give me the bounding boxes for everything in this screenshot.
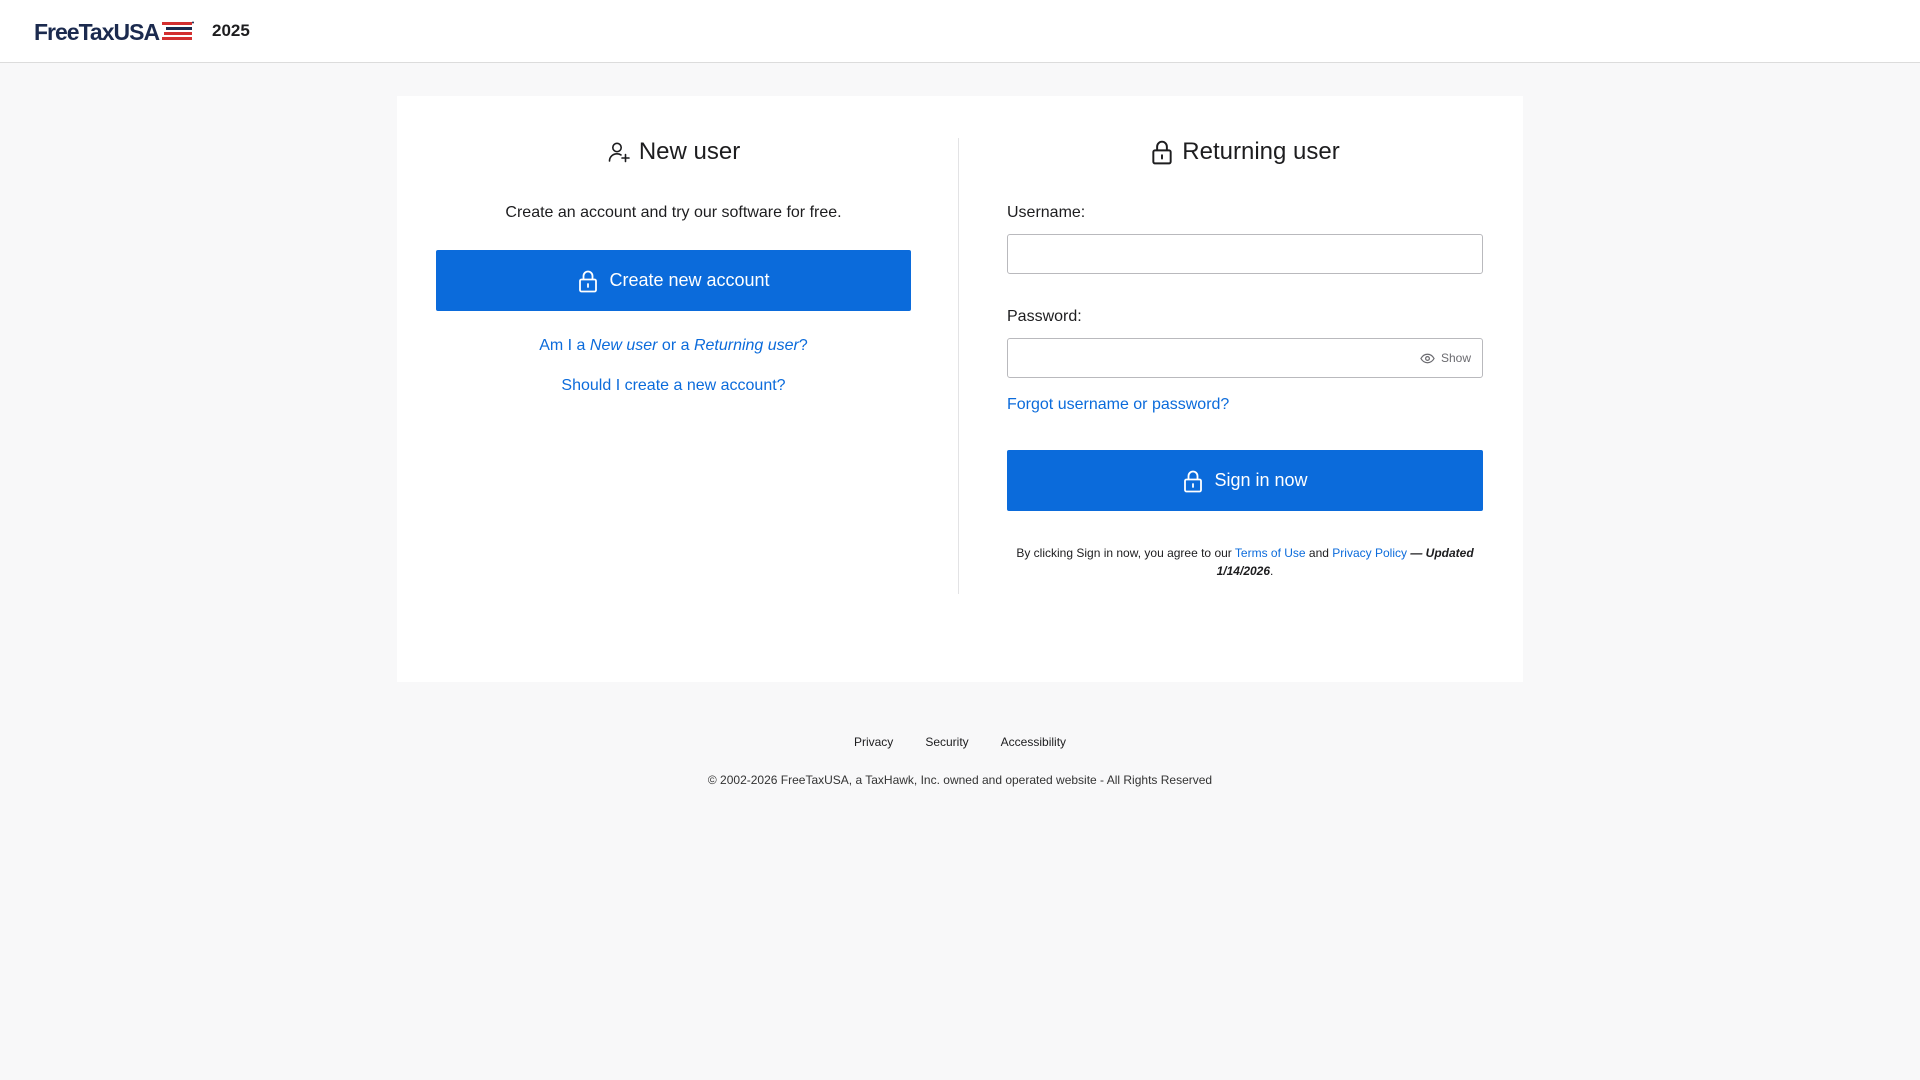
legal-and: and: [1305, 546, 1333, 560]
returning-user-title: Returning user: [1182, 138, 1340, 165]
lock-icon: [579, 270, 598, 292]
username-label: Username:: [1007, 204, 1086, 221]
footer-privacy-link[interactable]: Privacy: [854, 735, 893, 749]
legal-suffix: .: [1270, 564, 1274, 578]
sign-in-label: Sign in now: [1214, 470, 1308, 490]
new-or-returning-link[interactable]: Am I a New user or a Returning user?: [539, 337, 808, 354]
legal-notice: By clicking Sign in now, you agree to ou…: [1007, 544, 1483, 580]
new-user-title: New user: [638, 138, 741, 165]
legal-prefix: By clicking Sign in now, you agree to ou…: [1016, 546, 1235, 560]
new-user-intro: Create an account and try our software f…: [505, 204, 842, 221]
eye-icon: [1420, 353, 1435, 363]
lock-icon: [1184, 470, 1203, 492]
login-card: New user Create an account and try our s…: [397, 96, 1523, 682]
copyright-text: © 2002-2026 FreeTaxUSA, a TaxHawk, Inc. …: [707, 773, 1213, 787]
footer-links: Privacy Security Accessibility: [0, 735, 1920, 749]
footer-accessibility-link[interactable]: Accessibility: [1001, 735, 1066, 749]
new-or-returning-help: Am I a New user or a Returning user?: [436, 337, 911, 355]
tax-year: 2025: [212, 21, 250, 40]
forgot-credentials-link[interactable]: Forgot username or password?: [1007, 396, 1229, 414]
show-password-toggle[interactable]: Show: [1420, 338, 1471, 378]
show-password-label: Show: [1440, 351, 1471, 365]
password-label: Password:: [1007, 308, 1082, 325]
logo-text: FreeTaxUSA: [34, 18, 160, 45]
privacy-policy-link[interactable]: Privacy Policy: [1332, 546, 1407, 560]
terms-of-use-link[interactable]: Terms of Use: [1235, 546, 1306, 560]
footer-security-link[interactable]: Security: [925, 735, 968, 749]
username-input[interactable]: [1007, 234, 1483, 274]
should-create-help: Should I create a new account?: [436, 377, 911, 395]
should-create-account-link[interactable]: Should I create a new account?: [561, 377, 785, 394]
returning-user-heading: Returning user: [1007, 138, 1483, 166]
lock-icon: [1152, 140, 1172, 165]
column-divider: [958, 138, 959, 594]
top-header: FreeTaxUSA 2025: [0, 0, 1920, 63]
sign-in-button[interactable]: Sign in now: [1007, 450, 1483, 511]
create-account-label: Create new account: [609, 270, 770, 290]
freetaxusa-logo[interactable]: FreeTaxUSA: [34, 18, 195, 45]
password-input[interactable]: [1007, 338, 1483, 378]
flag-stripes-icon: [162, 21, 195, 40]
user-plus-icon: [608, 142, 630, 163]
create-account-button[interactable]: Create new account: [436, 250, 911, 311]
new-user-heading: New user: [436, 138, 911, 166]
